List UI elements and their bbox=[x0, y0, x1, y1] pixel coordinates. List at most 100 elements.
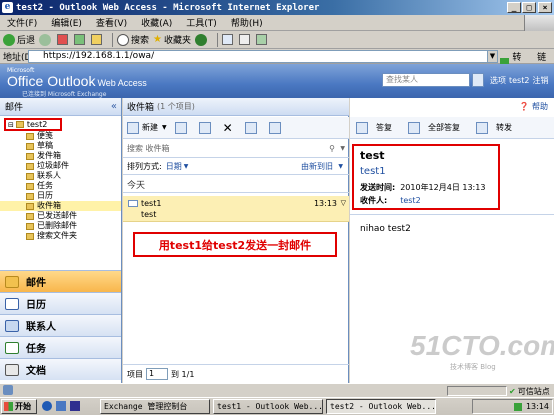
new-button[interactable]: 新建 ▼ bbox=[127, 121, 167, 134]
start-button[interactable]: 开始 bbox=[1, 399, 37, 414]
expand-icon[interactable]: ⊟ bbox=[8, 120, 14, 130]
sent-time: 发送时间: 2010年12月4日 13:13 bbox=[360, 183, 486, 192]
message-list-header: 收件箱 (1 个项目) bbox=[123, 98, 349, 116]
menu-view[interactable]: 查看(V) bbox=[89, 16, 134, 29]
chevron-down-icon[interactable]: ▼ bbox=[338, 163, 343, 170]
mail-button[interactable] bbox=[222, 32, 235, 48]
module-contacts-button[interactable]: 联系人 bbox=[0, 314, 121, 336]
print-icon[interactable] bbox=[268, 121, 281, 134]
sort-order-dropdown[interactable]: 由新到旧 bbox=[301, 161, 333, 172]
history-button[interactable] bbox=[195, 32, 209, 48]
reply-icon bbox=[356, 121, 368, 134]
flag-icon[interactable]: ▽ bbox=[341, 199, 346, 207]
minimize-button[interactable]: _ bbox=[507, 2, 521, 13]
clock[interactable]: 13:14 bbox=[526, 402, 549, 411]
folder-item[interactable]: 搜索文件夹 bbox=[0, 231, 121, 241]
message-header-box: test test1 发送时间: 2010年12月4日 13:13 收件人: tes… bbox=[352, 144, 500, 210]
folder-item[interactable]: 草稿 bbox=[0, 141, 121, 151]
delete-icon[interactable]: ✕ bbox=[223, 121, 233, 135]
search-button[interactable]: 搜索 bbox=[117, 32, 149, 48]
forward-arrow-icon bbox=[39, 33, 52, 46]
refresh-button[interactable] bbox=[74, 32, 87, 48]
folder-item[interactable]: 已删除邮件 bbox=[0, 221, 121, 231]
page-input[interactable]: 1 bbox=[146, 368, 168, 380]
move-icon[interactable] bbox=[198, 121, 211, 134]
forward-button[interactable]: 转发 bbox=[476, 121, 520, 134]
folder-item[interactable]: 发件箱 bbox=[0, 151, 121, 161]
window-title: test2 - Outlook Web Access - Microsoft I… bbox=[16, 2, 320, 13]
owa-logo: Office Outlook Web Access bbox=[7, 73, 147, 89]
maximize-button[interactable]: □ bbox=[522, 2, 536, 13]
search-icon bbox=[117, 33, 130, 46]
desktop-quicklaunch-icon[interactable] bbox=[56, 401, 66, 411]
address-input[interactable]: https://192.168.1.1/owa/ bbox=[28, 50, 488, 63]
folder-item[interactable]: 任务 bbox=[0, 181, 121, 191]
task-test1-owa[interactable]: test1 - Outlook Web... bbox=[213, 399, 323, 414]
sort-bar: 排列方式: 日期 ▼ 由新到旧 ▼ bbox=[123, 159, 349, 175]
message-from: test1 bbox=[141, 199, 162, 208]
address-book-icon[interactable] bbox=[472, 73, 484, 87]
ie-icon: e bbox=[2, 2, 13, 13]
folder-item[interactable]: 日历 bbox=[0, 191, 121, 201]
status-bar: ✔ 可信站点 bbox=[0, 383, 554, 397]
module-documents-button[interactable]: 文档 bbox=[0, 358, 121, 380]
tasks-icon bbox=[5, 341, 19, 354]
reply-button[interactable]: 答复 bbox=[356, 121, 400, 134]
logout-link[interactable]: 注销 bbox=[532, 75, 548, 86]
mail-icon bbox=[5, 275, 19, 288]
module-calendar-button[interactable]: 日历 bbox=[0, 292, 121, 314]
ie-quicklaunch-icon[interactable] bbox=[42, 401, 52, 411]
reading-from[interactable]: test1 bbox=[360, 166, 386, 177]
contacts-icon bbox=[5, 319, 19, 332]
edit-button[interactable] bbox=[256, 32, 269, 48]
folder-item[interactable]: 便笺 bbox=[0, 131, 121, 141]
forward-icon bbox=[476, 121, 488, 134]
close-button[interactable]: × bbox=[538, 2, 552, 13]
task-exchange-console[interactable]: Exchange 管理控制台 bbox=[100, 399, 210, 414]
view-icon[interactable] bbox=[174, 121, 187, 134]
folder-item[interactable]: 联系人 bbox=[0, 171, 121, 181]
find-someone-input[interactable]: 查找某人 bbox=[382, 73, 470, 87]
module-mail-button[interactable]: 邮件 bbox=[0, 270, 121, 292]
menu-edit[interactable]: 编辑(E) bbox=[44, 16, 89, 29]
check-names-icon[interactable] bbox=[244, 121, 257, 134]
window-title-bar[interactable]: e test2 - Outlook Web Access - Microsoft… bbox=[0, 0, 554, 15]
print-button[interactable] bbox=[239, 32, 252, 48]
stop-button[interactable] bbox=[57, 32, 70, 48]
forward-button[interactable] bbox=[39, 32, 53, 48]
toolbar-separator bbox=[217, 32, 219, 47]
menu-favorites[interactable]: 收藏(A) bbox=[134, 16, 179, 29]
sort-by-dropdown[interactable]: 日期 bbox=[166, 161, 182, 172]
folder-icon bbox=[26, 152, 34, 160]
folder-icon bbox=[26, 212, 34, 220]
search-icon[interactable]: ⚲ bbox=[329, 144, 335, 153]
folder-item[interactable]: 垃圾邮件 bbox=[0, 161, 121, 171]
home-button[interactable] bbox=[91, 32, 104, 48]
user-name[interactable]: test2 bbox=[509, 76, 529, 85]
folder-item[interactable]: 已发送邮件 bbox=[0, 211, 121, 221]
folder-root-test2[interactable]: ⊟ test2 bbox=[4, 118, 62, 131]
module-tasks-button[interactable]: 任务 bbox=[0, 336, 121, 358]
network-icon[interactable] bbox=[513, 402, 522, 411]
folder-item-selected[interactable]: 收件箱 bbox=[0, 201, 121, 211]
options-link[interactable]: 选项 bbox=[490, 75, 506, 86]
back-button[interactable]: 后退 bbox=[3, 32, 35, 48]
security-zone[interactable]: ✔ 可信站点 bbox=[509, 386, 550, 397]
chevron-down-icon[interactable]: ▼ bbox=[340, 145, 345, 152]
help-icon: ❓ bbox=[519, 102, 529, 111]
collapse-icon[interactable]: « bbox=[111, 101, 117, 112]
menu-file[interactable]: 文件(F) bbox=[0, 16, 44, 29]
address-dropdown[interactable]: ▼ bbox=[487, 50, 498, 63]
reply-all-button[interactable]: 全部答复 bbox=[408, 121, 468, 134]
menu-help[interactable]: 帮助(H) bbox=[224, 16, 270, 29]
favorites-button[interactable]: ★ 收藏夹 bbox=[153, 32, 191, 48]
task-test2-owa[interactable]: test2 - Outlook Web... bbox=[326, 399, 436, 414]
menu-tools[interactable]: 工具(T) bbox=[179, 16, 224, 29]
console-quicklaunch-icon[interactable] bbox=[70, 401, 80, 411]
navigation-pane: 邮件 « ⊟ test2 便笺 草稿 发件箱 垃圾邮件 联系人 任务 日历 收件… bbox=[0, 98, 122, 383]
message-row[interactable]: test1 test 13:13 ▽ bbox=[123, 196, 349, 222]
help-link[interactable]: ❓ 帮助 bbox=[519, 101, 548, 112]
new-mail-icon bbox=[127, 121, 139, 134]
chevron-down-icon[interactable]: ▼ bbox=[184, 163, 189, 170]
search-inbox-input[interactable]: 搜索 收件箱 ⚲ ▼ bbox=[123, 140, 349, 158]
